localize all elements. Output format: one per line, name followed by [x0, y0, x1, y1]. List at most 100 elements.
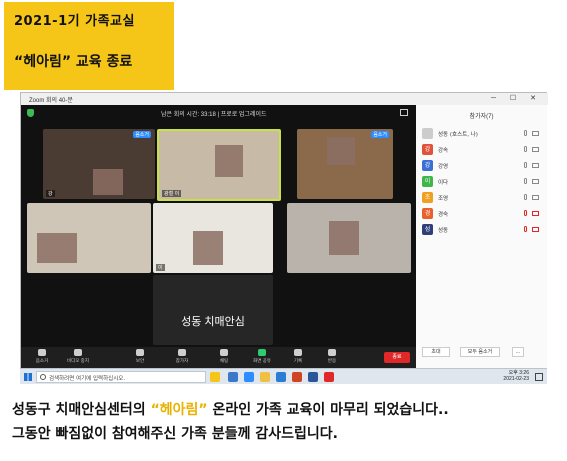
microphone-icon[interactable]	[524, 130, 527, 136]
avatar: 강	[422, 160, 433, 171]
chat-icon	[220, 349, 228, 356]
participant-name: 이다	[438, 180, 449, 186]
record-button[interactable]: 기록	[283, 349, 313, 364]
microphone-icon[interactable]	[524, 146, 527, 152]
microphone-icon	[38, 349, 46, 356]
video-tile[interactable]	[287, 203, 411, 273]
avatar: 강	[422, 144, 433, 155]
avatar: 조	[422, 192, 433, 203]
system-clock[interactable]: 오후 3:26 2021-02-23	[503, 370, 529, 382]
camera-icon[interactable]	[532, 179, 539, 184]
camera-off-icon[interactable]	[532, 227, 539, 232]
notification-icon[interactable]	[535, 373, 543, 381]
zoom-window: Zoom 회의 40-분 ─ ☐ ✕ 남은 회의 시간: 33:18 | 프로로…	[20, 92, 548, 368]
end-meeting-button[interactable]: 종료	[384, 352, 410, 363]
camera-icon[interactable]	[532, 195, 539, 200]
video-tile-camera-off[interactable]: 성동 치매안심	[153, 275, 273, 345]
video-tile[interactable]	[27, 203, 151, 273]
stop-video-button[interactable]: 비디오 중지	[63, 349, 93, 364]
mute-button[interactable]: 음소거	[27, 349, 57, 364]
microphone-icon[interactable]	[524, 194, 527, 200]
blurred-face	[93, 169, 123, 195]
mute-label: 음소거	[35, 358, 49, 363]
taskbar-search-input[interactable]: 검색하려면 여기에 입력하십시오.	[36, 371, 206, 383]
participants-panel: 참가자(7) 성동 (호스트, 나) 강 강속 강 강영 이 이다 조 조영 경…	[416, 105, 547, 368]
app-icon[interactable]	[228, 372, 238, 382]
participant-row[interactable]: 이 이다	[422, 175, 546, 189]
security-button[interactable]: 보안	[125, 349, 155, 364]
search-placeholder: 검색하려면 여기에 입력하십시오.	[49, 376, 126, 382]
blurred-face	[215, 145, 243, 177]
kakaotalk-icon[interactable]	[210, 372, 220, 382]
gallery-view-icon[interactable]	[400, 109, 408, 116]
video-tile[interactable]: 음소거 강	[43, 129, 155, 199]
window-titlebar: Zoom 회의 40-분 ─ ☐ ✕	[21, 93, 548, 105]
caption-highlight: “헤아림”	[150, 402, 208, 418]
participant-name: 조영	[438, 196, 449, 202]
record-icon	[294, 349, 302, 356]
meeting-toolbar: 음소거 비디오 중지 보안 참가자 채팅 화면 공유 기록 반응 종료	[21, 347, 416, 368]
file-explorer-icon[interactable]	[260, 372, 270, 382]
camera-off-icon[interactable]	[532, 211, 539, 216]
tile-name: 광철 이	[162, 190, 182, 197]
powerpoint-icon[interactable]	[292, 372, 302, 382]
participant-display-name: 성동 치매안심	[181, 316, 245, 328]
microphone-muted-icon[interactable]	[524, 226, 527, 232]
chat-button[interactable]: 채팅	[209, 349, 239, 364]
mute-all-button[interactable]: 모두 음소거	[460, 347, 500, 357]
participants-icon	[178, 349, 186, 356]
participant-row[interactable]: 강 강영	[422, 159, 546, 173]
security-label: 보안	[135, 358, 145, 363]
share-screen-label: 화면 공유	[253, 358, 271, 363]
video-tile[interactable]: 이	[153, 203, 273, 273]
app-icon[interactable]	[276, 372, 286, 382]
microphone-icon[interactable]	[524, 162, 527, 168]
participant-name: 강영	[438, 164, 449, 170]
video-tile[interactable]: 음소거	[297, 129, 393, 199]
reactions-label: 반응	[327, 358, 337, 363]
banner-line-1: 2021-1기 가족교실	[14, 14, 135, 29]
camera-icon[interactable]	[532, 163, 539, 168]
search-icon	[40, 374, 46, 380]
windows-start-icon[interactable]	[24, 373, 32, 381]
tile-name: 강	[46, 190, 55, 197]
clock-date: 2021-02-23	[503, 376, 529, 382]
participant-row[interactable]: 조 조영	[422, 191, 546, 205]
reactions-button[interactable]: 반응	[317, 349, 347, 364]
participant-row[interactable]: 성 성동	[422, 223, 546, 237]
tile-badge: 음소거	[133, 131, 151, 138]
reaction-icon	[328, 349, 336, 356]
participant-row[interactable]: 경 경숙	[422, 207, 546, 221]
share-screen-icon	[258, 349, 266, 356]
avatar: 성	[422, 224, 433, 235]
banner-line-2: “헤아림” 교육 종료	[14, 54, 133, 70]
encryption-shield-icon[interactable]	[27, 109, 34, 117]
camera-icon[interactable]	[532, 131, 539, 136]
zoom-app-icon[interactable]	[244, 372, 254, 382]
word-icon[interactable]	[308, 372, 318, 382]
blurred-face	[37, 233, 77, 263]
video-gallery: 남은 회의 시간: 33:18 | 프로로 업그레이드 음소거 강 광철 이 음…	[21, 105, 416, 347]
participants-button[interactable]: 참가자	[167, 349, 197, 364]
microphone-icon[interactable]	[524, 178, 527, 184]
avatar: 이	[422, 176, 433, 187]
more-options-button[interactable]: ...	[512, 347, 524, 357]
participant-row[interactable]: 성동 (호스트, 나)	[422, 127, 546, 141]
share-screen-button[interactable]: 화면 공유	[247, 349, 277, 364]
participant-name: 경숙	[438, 212, 449, 218]
caption-text: 성동구 치매안심센터의 “헤아림” 온라인 가족 교육이 마무리 되었습니다..…	[12, 398, 562, 446]
blurred-face	[329, 221, 359, 255]
app-icon[interactable]	[324, 372, 334, 382]
security-shield-icon	[136, 349, 144, 356]
window-controls[interactable]: ─ ☐ ✕	[491, 94, 542, 102]
video-tile-active-speaker[interactable]: 광철 이	[157, 129, 281, 201]
blurred-face	[193, 231, 223, 265]
participant-row[interactable]: 강 강속	[422, 143, 546, 157]
invite-button[interactable]: 초대	[422, 347, 450, 357]
caption-line-2: 그동안 빠짐없이 참여해주신 가족 분들께 감사드립니다.	[12, 426, 338, 442]
title-banner: 2021-1기 가족교실 “헤아림” 교육 종료	[4, 2, 174, 90]
microphone-muted-icon[interactable]	[524, 210, 527, 216]
stop-video-label: 비디오 중지	[67, 358, 89, 363]
camera-icon[interactable]	[532, 147, 539, 152]
chat-label: 채팅	[219, 358, 229, 363]
